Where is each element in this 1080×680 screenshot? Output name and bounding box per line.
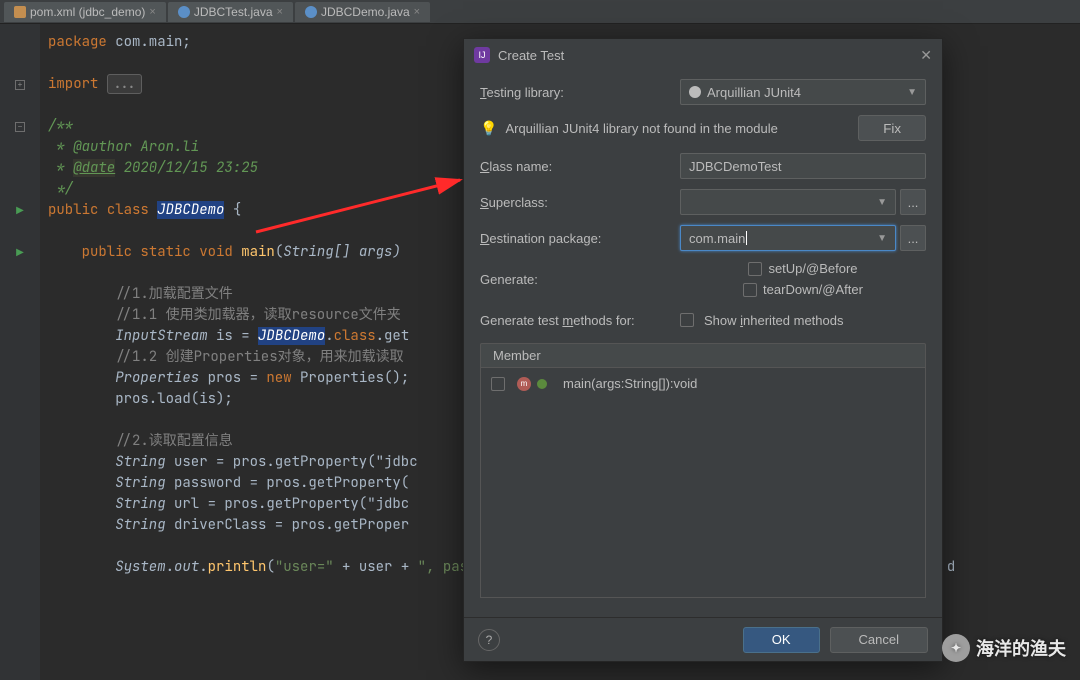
dialog-titlebar: IJ Create Test ✕ xyxy=(464,39,942,71)
create-test-dialog: IJ Create Test ✕ Testing library: Arquil… xyxy=(463,38,943,662)
gutter: + − ▶ ▶ xyxy=(0,24,40,680)
dialog-footer: ? OK Cancel xyxy=(464,617,942,661)
show-inherited-checkbox[interactable] xyxy=(680,313,694,327)
generate-label: Generate: xyxy=(480,272,680,287)
run-icon[interactable]: ▶ xyxy=(16,247,24,258)
member-label: main(args:String[]):void xyxy=(563,376,697,391)
tab-pom[interactable]: pom.xml (jdbc_demo) × xyxy=(4,2,166,22)
ok-button[interactable]: OK xyxy=(743,627,820,653)
superclass-combo[interactable]: ▼ xyxy=(680,189,896,215)
tab-jdbcdemo[interactable]: JDBCDemo.java × xyxy=(295,2,430,22)
member-header: Member xyxy=(480,343,926,368)
fold-icon[interactable]: + xyxy=(15,80,25,90)
class-name-label: Class name: xyxy=(480,159,680,174)
wechat-icon: ✦ xyxy=(942,634,970,662)
member-item[interactable]: m main(args:String[]):void xyxy=(487,374,919,393)
chevron-down-icon: ▼ xyxy=(877,233,887,244)
class-name-input[interactable]: JDBCDemoTest xyxy=(680,153,926,179)
tab-label: JDBCDemo.java xyxy=(321,5,410,19)
editor-tabs: pom.xml (jdbc_demo) × JDBCTest.java × JDBC… xyxy=(0,0,1080,24)
app-icon: IJ xyxy=(474,47,490,63)
help-button[interactable]: ? xyxy=(478,629,500,651)
dialog-title: Create Test xyxy=(498,48,564,63)
setup-checkbox[interactable] xyxy=(748,262,762,276)
fix-button[interactable]: Fix xyxy=(858,115,926,141)
warning-text: Arquillian JUnit4 library not found in t… xyxy=(505,121,777,136)
method-icon: m xyxy=(517,377,531,391)
xml-icon xyxy=(14,6,26,18)
bulb-icon: 💡 xyxy=(480,120,497,137)
dialog-body: Testing library: Arquillian JUnit4▼ 💡 Ar… xyxy=(464,71,942,617)
tab-label: pom.xml (jdbc_demo) xyxy=(30,5,145,19)
java-icon xyxy=(305,6,317,18)
tab-jdbctest[interactable]: JDBCTest.java × xyxy=(168,2,293,22)
chevron-down-icon: ▼ xyxy=(877,197,887,208)
library-icon xyxy=(689,86,701,98)
java-icon xyxy=(178,6,190,18)
close-icon[interactable]: × xyxy=(149,6,155,18)
destination-package-input[interactable]: com.main▼ xyxy=(680,225,896,251)
fold-icon[interactable]: − xyxy=(15,122,25,132)
member-list: m main(args:String[]):void xyxy=(480,368,926,598)
close-icon[interactable]: ✕ xyxy=(920,47,932,64)
teardown-checkbox[interactable] xyxy=(743,283,757,297)
watermark: ✦ 海洋的渔夫 xyxy=(942,634,1066,662)
close-icon[interactable]: × xyxy=(277,6,283,18)
dest-package-label: Destination package: xyxy=(480,231,680,246)
generate-methods-label: Generate test methods for: xyxy=(480,313,680,328)
modifier-icon xyxy=(537,379,547,389)
member-checkbox[interactable] xyxy=(491,377,505,391)
tab-label: JDBCTest.java xyxy=(194,5,273,19)
superclass-label: Superclass: xyxy=(480,195,680,210)
run-icon[interactable]: ▶ xyxy=(16,205,24,216)
browse-button[interactable]: ... xyxy=(900,225,926,251)
browse-button[interactable]: ... xyxy=(900,189,926,215)
testing-library-combo[interactable]: Arquillian JUnit4▼ xyxy=(680,79,926,105)
close-icon[interactable]: × xyxy=(414,6,420,18)
cancel-button[interactable]: Cancel xyxy=(830,627,928,653)
chevron-down-icon: ▼ xyxy=(907,87,917,98)
